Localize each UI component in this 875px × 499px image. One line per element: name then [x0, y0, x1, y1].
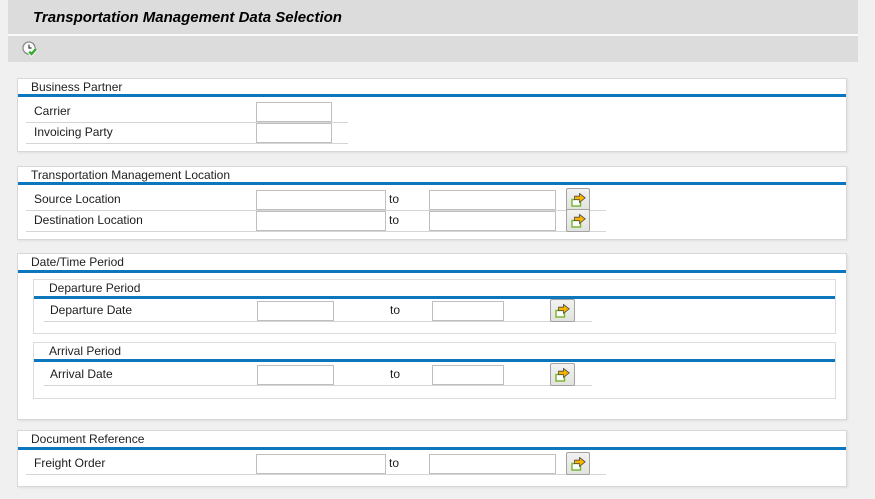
arrival-date-from-input[interactable] [257, 365, 334, 385]
multiselect-icon [571, 457, 586, 471]
subsection-accent-bar [34, 296, 835, 299]
section-tm-location: Transportation Management Location Sourc… [17, 166, 847, 240]
application-toolbar [8, 36, 858, 62]
multiselect-icon [571, 193, 586, 207]
multiselect-icon [571, 214, 586, 228]
subsection-arrival-period: Arrival Period Arrival Date to [33, 342, 836, 399]
to-label: to [389, 456, 399, 470]
to-label: to [390, 303, 400, 317]
subsection-departure-period: Departure Period Departure Date to [33, 279, 836, 334]
subsection-title: Arrival Period [49, 344, 121, 358]
source-location-to-input[interactable] [429, 190, 556, 210]
field-row-carrier: Carrier [26, 101, 348, 123]
to-label: to [390, 367, 400, 381]
freight-order-to-input[interactable] [429, 454, 556, 474]
subsection-title: Departure Period [49, 281, 140, 295]
departure-date-multiselect-button[interactable] [550, 299, 575, 322]
arrival-date-to-input[interactable] [432, 365, 504, 385]
section-business-partner: Business Partner Carrier Invoicing Party [17, 78, 847, 152]
departure-date-to-input[interactable] [432, 301, 504, 321]
section-date-time-period: Date/Time Period Departure Period Depart… [17, 253, 847, 420]
arrival-date-multiselect-button[interactable] [550, 363, 575, 386]
section-title: Business Partner [31, 80, 122, 94]
section-accent-bar [18, 94, 846, 97]
section-title: Document Reference [31, 432, 144, 446]
section-accent-bar [18, 182, 846, 185]
field-label: Carrier [34, 104, 71, 118]
section-document-reference: Document Reference Freight Order to [17, 430, 847, 487]
destination-location-from-input[interactable] [256, 211, 386, 231]
to-label: to [389, 213, 399, 227]
section-title: Date/Time Period [31, 255, 124, 269]
field-label: Arrival Date [50, 367, 113, 381]
source-location-multiselect-button[interactable] [566, 188, 590, 211]
field-row-source-location: Source Location to [26, 189, 606, 211]
section-accent-bar [18, 270, 846, 273]
sap-selection-screen: { "app": { "title": "Transportation Mana… [0, 0, 875, 499]
title-bar: Transportation Management Data Selection [8, 0, 858, 36]
to-label: to [389, 192, 399, 206]
subsection-accent-bar [34, 359, 835, 362]
field-label: Departure Date [50, 303, 132, 317]
freight-order-multiselect-button[interactable] [566, 452, 590, 475]
field-row-destination-location: Destination Location to [26, 210, 606, 232]
departure-date-from-input[interactable] [257, 301, 334, 321]
field-label: Destination Location [34, 213, 143, 227]
field-label: Freight Order [34, 456, 105, 470]
execute-button[interactable] [18, 38, 42, 60]
field-row-freight-order: Freight Order to [26, 453, 606, 475]
field-label: Source Location [34, 192, 121, 206]
multiselect-icon [555, 304, 570, 318]
field-label: Invoicing Party [34, 125, 113, 139]
field-row-invoicing-party: Invoicing Party [26, 122, 348, 144]
execute-icon [21, 40, 39, 58]
carrier-input[interactable] [256, 102, 332, 122]
multiselect-icon [555, 368, 570, 382]
source-location-from-input[interactable] [256, 190, 386, 210]
freight-order-from-input[interactable] [256, 454, 386, 474]
page-title: Transportation Management Data Selection [33, 9, 342, 26]
destination-location-multiselect-button[interactable] [566, 209, 590, 232]
field-row-departure-date: Departure Date to [44, 300, 592, 322]
section-accent-bar [18, 447, 846, 450]
field-row-arrival-date: Arrival Date to [44, 364, 592, 386]
invoicing-party-input[interactable] [256, 123, 332, 143]
section-title: Transportation Management Location [31, 168, 230, 182]
destination-location-to-input[interactable] [429, 211, 556, 231]
